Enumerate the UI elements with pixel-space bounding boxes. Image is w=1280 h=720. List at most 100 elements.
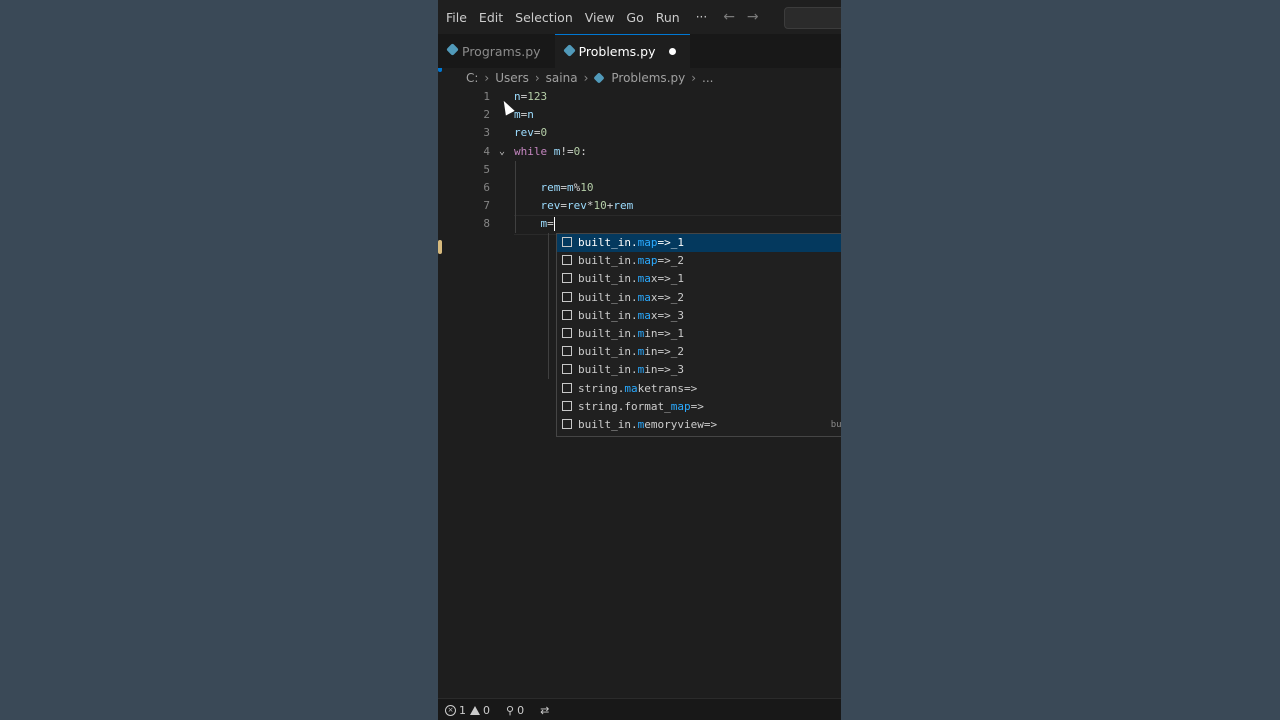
suggestion-item[interactable]: built_in.max=>_3: [557, 307, 841, 325]
edge-indicator-yellow: [438, 240, 442, 254]
left-background: [0, 0, 438, 720]
tab-problems[interactable]: Problems.py: [554, 34, 690, 68]
snippet-icon: [562, 237, 572, 247]
code-text: while m!=0:: [514, 143, 587, 161]
code-token: rev: [514, 126, 534, 140]
code-line[interactable]: 6 rem=m%10: [438, 179, 841, 197]
unsaved-dot-icon[interactable]: [668, 48, 676, 55]
suggestion-suffix: ketrans=>: [637, 381, 698, 395]
fold-chevron-icon[interactable]: ⌄: [499, 143, 505, 161]
python-file-icon: [562, 44, 576, 57]
code-text: rem=m%10: [514, 179, 594, 197]
suggestion-label: built_in.memoryview=>: [578, 416, 717, 434]
suggestion-item[interactable]: built_in.map=>_2: [557, 252, 841, 270]
remote-icon[interactable]: ⇄: [536, 704, 553, 717]
suggestion-match: ma: [637, 272, 651, 286]
chevron-right-icon: ›: [484, 71, 490, 85]
suggestion-item[interactable]: built_in.memoryview=> bui: [557, 416, 841, 434]
text-caret: [553, 217, 555, 232]
code-token: 123: [527, 90, 548, 103]
status-bar: × 1 0 ⚲ 0 ⇄: [438, 698, 841, 720]
suggestion-item[interactable]: string.maketrans=>: [557, 380, 841, 398]
suggestion-item[interactable]: built_in.max=>_1: [557, 270, 841, 288]
code-line[interactable]: 4 ⌄ while m!=0:: [438, 143, 841, 161]
menu-file[interactable]: File: [438, 10, 473, 25]
code-line[interactable]: 7 rev=rev*10+rem: [438, 197, 841, 215]
suggestion-label: built_in.max=>_1: [578, 270, 684, 288]
code-token: 10: [580, 181, 594, 194]
suggestion-label: built_in.map=>_2: [578, 252, 684, 270]
suggestion-label: string.maketrans=>: [578, 380, 697, 398]
code-token: n: [527, 108, 534, 122]
code-token: m: [514, 108, 521, 122]
suggestion-item[interactable]: built_in.min=>_2: [557, 343, 841, 361]
menu-selection[interactable]: Selection: [509, 10, 579, 25]
code-token: !=: [560, 144, 574, 158]
breadcrumb-symbols[interactable]: ...: [700, 71, 715, 85]
snippet-icon: [562, 418, 572, 429]
warning-icon: [470, 705, 480, 715]
tab-label: Programs.py: [462, 43, 541, 59]
breadcrumb-user[interactable]: saina: [544, 71, 580, 85]
suggestion-suffix: x=>_3: [650, 308, 684, 322]
code-line[interactable]: 8 m=: [438, 215, 841, 233]
code-line[interactable]: 2 m=n: [438, 106, 841, 124]
suggestion-label: built_in.min=>_3: [578, 361, 684, 379]
suggestion-detail: bui: [830, 419, 841, 430]
suggestion-match: ma: [637, 290, 651, 304]
breadcrumb-file[interactable]: Problems.py: [609, 71, 687, 85]
snippet-icon: [562, 346, 572, 357]
forward-arrow-icon[interactable]: →: [741, 9, 765, 25]
error-count: 1: [459, 703, 466, 717]
suggestion-suffix: x=>_2: [650, 290, 684, 304]
chevron-right-icon: ›: [691, 71, 697, 85]
back-arrow-icon[interactable]: ←: [717, 9, 741, 25]
code-line[interactable]: 5: [438, 161, 841, 179]
code-token: rev: [567, 199, 587, 213]
suggestion-label: built_in.max=>_2: [578, 289, 684, 307]
breadcrumb-drive[interactable]: C:: [464, 71, 480, 85]
suggestion-prefix: built_in.: [578, 308, 638, 322]
tab-programs[interactable]: Programs.py: [438, 34, 555, 68]
suggestion-item[interactable]: built_in.map=>_1: [557, 234, 841, 253]
suggestion-match: map: [637, 254, 658, 268]
code-text: n=123: [514, 88, 547, 106]
suggestion-suffix: emoryview=>: [644, 417, 718, 431]
suggestion-suffix: x=>_1: [650, 272, 684, 286]
tab-label: Problems.py: [578, 44, 656, 59]
suggestion-item[interactable]: built_in.min=>_3: [557, 361, 841, 379]
suggestion-suffix: =>_1: [657, 236, 684, 249]
ports-count: 0: [517, 703, 525, 717]
code-line[interactable]: 3 rev=0: [438, 124, 841, 142]
suggestion-prefix: built_in.: [578, 417, 638, 431]
menu-view[interactable]: View: [579, 10, 621, 25]
chevron-right-icon: ›: [534, 71, 540, 85]
line-number: 3: [483, 126, 490, 140]
code-token: =: [560, 181, 567, 194]
ports-icon: ⚲: [506, 703, 515, 717]
menu-go[interactable]: Go: [620, 10, 649, 25]
editor-tab-bar: Programs.py Problems.py: [438, 34, 841, 68]
code-token: rem: [613, 199, 634, 213]
problems-indicator[interactable]: × 1 0: [438, 704, 494, 717]
menu-edit[interactable]: Edit: [473, 10, 509, 25]
warning-count: 0: [483, 703, 490, 717]
code-token: =: [560, 199, 567, 213]
suggestion-item[interactable]: string.format_map=>s: [557, 398, 841, 416]
command-center-search[interactable]: [784, 7, 841, 29]
suggestion-item[interactable]: built_in.min=>_1: [557, 325, 841, 343]
suggestion-prefix: built_in.: [578, 254, 638, 268]
code-text: rev=rev*10+rem: [514, 197, 634, 215]
ports-indicator[interactable]: ⚲ 0: [502, 704, 528, 717]
more-menu-icon[interactable]: ···: [686, 10, 717, 24]
menu-run[interactable]: Run: [650, 10, 686, 25]
suggestion-item[interactable]: built_in.max=>_2: [557, 289, 841, 307]
suggestion-match: map: [670, 399, 691, 413]
menu-bar: File Edit Selection View Go Run ··· ← →: [438, 0, 841, 34]
snippet-icon: [562, 400, 572, 411]
suggestion-suffix: in=>_2: [644, 345, 684, 359]
code-text: m=n: [514, 106, 534, 124]
breadcrumb-users[interactable]: Users: [493, 71, 531, 85]
suggestion-widget: built_in.map=>_1 built_in.map=>_2 built_in…: [556, 233, 841, 437]
